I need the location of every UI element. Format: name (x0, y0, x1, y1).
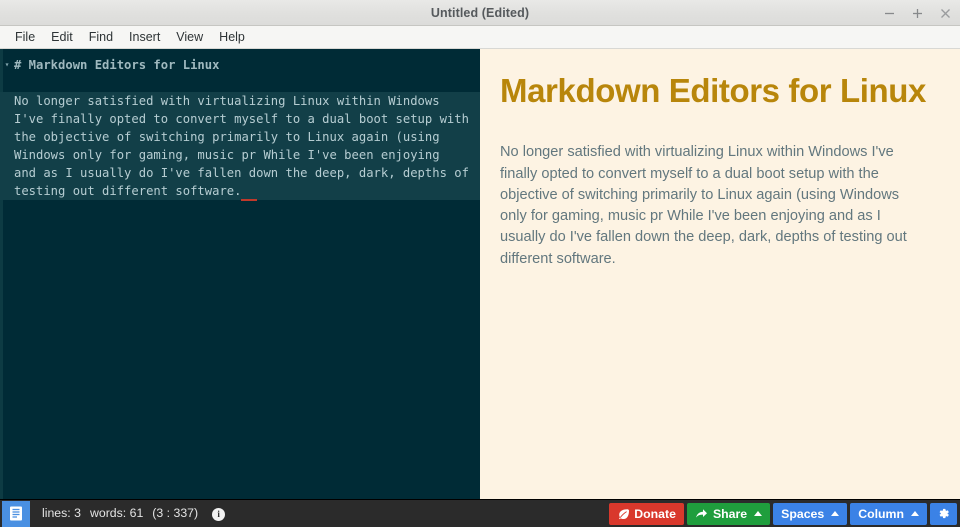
editor-paragraph-text: No longer satisfied with virtualizing Li… (14, 94, 477, 198)
chevron-up-icon (911, 511, 919, 516)
preview-paragraph: No longer satisfied with virtualizing Li… (500, 144, 907, 267)
preview-heading: Markdown Editors for Linux (500, 72, 926, 109)
fold-triangle-icon[interactable]: ▾ (0, 56, 14, 74)
minimize-button[interactable] (881, 5, 898, 22)
words-count: words: 61 (89, 506, 144, 521)
menu-item-file[interactable]: File (7, 28, 43, 46)
status-bar-right: Donate Share Spaces Column (609, 500, 960, 527)
menu-bar: File Edit Find Insert View Help (0, 26, 960, 49)
share-button-label: Share (712, 506, 748, 521)
chevron-up-icon (831, 511, 840, 516)
menu-item-view[interactable]: View (168, 28, 211, 46)
editor-preview-split: ▾ # Markdown Editors for Linux No longer… (0, 49, 960, 499)
spaces-button-label: Spaces (781, 506, 825, 521)
maximize-button[interactable] (909, 5, 926, 22)
cursor-position: (3 : 337) (152, 506, 199, 521)
info-icon[interactable]: i (212, 507, 226, 521)
editor-paragraph-selection[interactable]: No longer satisfied with virtualizing Li… (0, 92, 480, 201)
editor-heading-text: # Markdown Editors for Linux (14, 58, 220, 72)
menu-item-insert[interactable]: Insert (121, 28, 168, 46)
spaces-button[interactable]: Spaces (773, 502, 848, 525)
close-button[interactable] (937, 5, 954, 22)
editor-text-area[interactable]: ▾ # Markdown Editors for Linux No longer… (0, 49, 480, 201)
gear-icon (937, 507, 950, 520)
menu-item-help[interactable]: Help (211, 28, 253, 46)
status-bar-left: lines: 3 words: 61 (3 : 337) i (0, 500, 226, 527)
application-window: Untitled (Edited) File Edit Find Insert … (0, 0, 960, 527)
menu-item-find[interactable]: Find (81, 28, 121, 46)
markdown-preview-pane[interactable]: Markdown Editors for Linux No longer sat… (480, 49, 960, 499)
share-button[interactable]: Share (686, 502, 771, 525)
lines-count: lines: 3 (42, 506, 81, 521)
status-metrics: lines: 3 words: 61 (3 : 337) i (42, 506, 226, 521)
text-cursor-marker (241, 199, 258, 201)
status-bar: lines: 3 words: 61 (3 : 337) i Donate Sh… (0, 499, 960, 527)
share-arrow-icon (695, 508, 708, 520)
menu-item-edit[interactable]: Edit (43, 28, 81, 46)
title-bar: Untitled (Edited) (0, 0, 960, 26)
window-controls (881, 0, 954, 26)
settings-button[interactable] (930, 502, 957, 525)
editor-blank-line (0, 74, 480, 92)
document-icon[interactable] (2, 500, 30, 527)
editor-heading-row: ▾ # Markdown Editors for Linux (0, 56, 480, 74)
donate-button-label: Donate (634, 506, 676, 521)
window-title: Untitled (Edited) (430, 5, 530, 20)
markdown-editor-pane[interactable]: ▾ # Markdown Editors for Linux No longer… (0, 49, 480, 499)
donate-button[interactable]: Donate (609, 502, 684, 525)
column-button-label: Column (858, 506, 904, 521)
column-button[interactable]: Column (850, 502, 927, 525)
leaf-icon (617, 508, 630, 520)
chevron-up-icon (754, 511, 763, 516)
